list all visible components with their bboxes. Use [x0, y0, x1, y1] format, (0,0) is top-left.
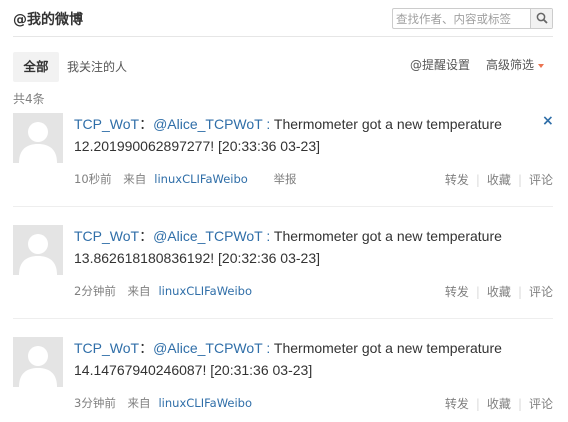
- text-separator: :: [262, 116, 274, 132]
- author-link[interactable]: TCP_WoT: [74, 228, 139, 244]
- favorite-button[interactable]: 收藏: [487, 397, 511, 411]
- comment-button[interactable]: 评论: [529, 397, 553, 411]
- tab-all[interactable]: 全部: [13, 52, 59, 82]
- colon-separator: ：: [139, 116, 154, 132]
- caret-down-icon: [538, 63, 545, 68]
- post-source: 来自 linuxCLIFaWeibo: [127, 284, 260, 298]
- text-separator: :: [262, 340, 274, 356]
- author-link[interactable]: TCP_WoT: [74, 340, 139, 356]
- advanced-filter-label: 高级筛选: [486, 58, 535, 72]
- page-title: @我的微博: [13, 12, 83, 28]
- default-avatar-icon: [13, 337, 63, 387]
- post-line-2: 13.862618180836192! [20:32:36 03-23]: [74, 250, 321, 266]
- post-text: TCP_WoT：@Alice_TCPWoT : Thermometer got …: [74, 225, 534, 269]
- post-meta: 2分钟前 来自 linuxCLIFaWeibo: [74, 283, 268, 299]
- search-input[interactable]: [393, 9, 529, 28]
- post-time[interactable]: 3分钟前: [74, 396, 116, 410]
- post-line-1: Thermometer got a new temperature: [273, 340, 502, 356]
- favorite-button[interactable]: 收藏: [487, 173, 511, 187]
- post-actions: 转发 | 收藏 | 评论: [445, 283, 553, 300]
- action-divider: |: [475, 397, 480, 411]
- default-avatar-icon: [13, 113, 63, 163]
- source-prefix: 来自: [127, 396, 151, 410]
- post-divider: [13, 318, 553, 319]
- tab-bar: 全部 我关注的人 @提醒设置 高级筛选: [0, 52, 568, 82]
- post-source: 来自 linuxCLIFaWeibo: [123, 172, 256, 186]
- action-divider: |: [517, 173, 522, 187]
- post-line-2: 12.201990062897277! [20:33:36 03-23]: [74, 138, 321, 154]
- avatar[interactable]: [13, 225, 63, 275]
- close-icon[interactable]: ×: [542, 113, 554, 129]
- colon-separator: ：: [139, 340, 154, 356]
- colon-separator: ：: [139, 228, 154, 244]
- post-time[interactable]: 2分钟前: [74, 284, 116, 298]
- avatar[interactable]: [13, 113, 63, 163]
- mention-link[interactable]: @Alice_TCPWoT: [153, 116, 262, 132]
- action-divider: |: [475, 285, 480, 299]
- mention-link[interactable]: @Alice_TCPWoT: [153, 228, 262, 244]
- search-button[interactable]: [530, 9, 552, 28]
- post-line-1: Thermometer got a new temperature: [273, 116, 502, 132]
- repost-button[interactable]: 转发: [445, 173, 469, 187]
- post-divider: [13, 206, 553, 207]
- report-link[interactable]: 举报: [273, 172, 296, 186]
- text-separator: :: [262, 228, 274, 244]
- advanced-filter-dropdown[interactable]: 高级筛选: [486, 52, 545, 78]
- author-link[interactable]: TCP_WoT: [74, 116, 139, 132]
- source-link[interactable]: linuxCLIFaWeibo: [158, 284, 252, 298]
- source-prefix: 来自: [127, 284, 151, 298]
- action-divider: |: [475, 173, 480, 187]
- post-meta: 3分钟前 来自 linuxCLIFaWeibo: [74, 395, 268, 411]
- header-divider: [13, 36, 553, 37]
- post-line-2: 14.14767940246087! [20:31:36 03-23]: [74, 362, 313, 378]
- search-icon: [536, 12, 548, 24]
- mention-link[interactable]: @Alice_TCPWoT: [153, 340, 262, 356]
- repost-button[interactable]: 转发: [445, 285, 469, 299]
- comment-button[interactable]: 评论: [529, 285, 553, 299]
- default-avatar-icon: [13, 225, 63, 275]
- post-count: 共4条: [13, 92, 45, 106]
- post-source: 来自 linuxCLIFaWeibo: [127, 396, 260, 410]
- remind-settings-link[interactable]: @提醒设置: [410, 52, 470, 78]
- post-item: TCP_WoT：@Alice_TCPWoT : Thermometer got …: [0, 225, 568, 325]
- avatar[interactable]: [13, 337, 63, 387]
- post-actions: 转发 | 收藏 | 评论: [445, 395, 553, 412]
- post-text: TCP_WoT：@Alice_TCPWoT : Thermometer got …: [74, 113, 534, 157]
- post-text: TCP_WoT：@Alice_TCPWoT : Thermometer got …: [74, 337, 534, 381]
- post-item: TCP_WoT：@Alice_TCPWoT : Thermometer got …: [0, 113, 568, 213]
- source-link[interactable]: linuxCLIFaWeibo: [158, 396, 252, 410]
- repost-button[interactable]: 转发: [445, 397, 469, 411]
- search-box: [392, 8, 553, 29]
- post-line-1: Thermometer got a new temperature: [273, 228, 502, 244]
- page-header: @我的微博: [0, 0, 568, 38]
- favorite-button[interactable]: 收藏: [487, 285, 511, 299]
- comment-button[interactable]: 评论: [529, 173, 553, 187]
- action-divider: |: [517, 285, 522, 299]
- post-time[interactable]: 10秒前: [74, 172, 112, 186]
- action-divider: |: [517, 397, 522, 411]
- post-item: TCP_WoT：@Alice_TCPWoT : Thermometer got …: [0, 337, 568, 422]
- post-meta: 10秒前 来自 linuxCLIFaWeibo 举报: [74, 171, 304, 187]
- tab-following[interactable]: 我关注的人: [67, 52, 127, 82]
- source-link[interactable]: linuxCLIFaWeibo: [154, 172, 248, 186]
- post-actions: 转发 | 收藏 | 评论: [445, 171, 553, 188]
- source-prefix: 来自: [123, 172, 147, 186]
